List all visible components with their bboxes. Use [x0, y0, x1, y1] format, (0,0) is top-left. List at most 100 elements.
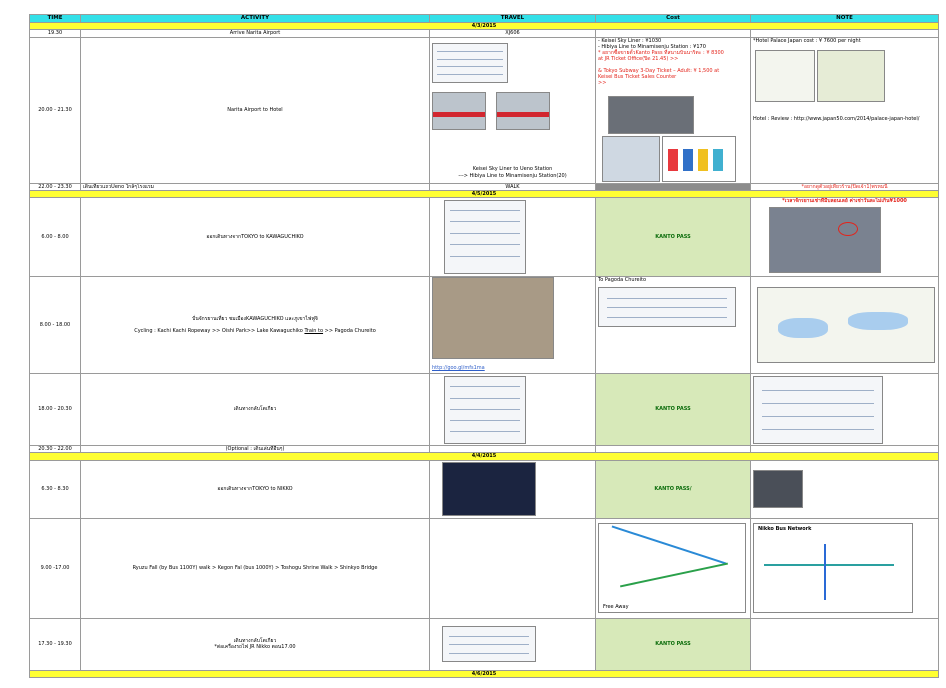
time-cell[interactable]: 8.00 - 18.00 — [29, 276, 81, 374]
activity-cell[interactable]: (Optional : เดินเล่นที่อื่นๆ) — [80, 444, 430, 454]
travel-cell[interactable] — [429, 459, 596, 519]
date-row: 4/4/2015 — [29, 452, 939, 461]
pass-cards-image — [662, 135, 736, 182]
activity-cell[interactable]: ออกเดินทางจากTOKYO to NIKKO — [80, 459, 430, 519]
travel-caption: ---> Hibiya Line to Minamisenju Station(… — [458, 172, 567, 179]
activity-cell[interactable]: Arrive Narita Airport — [80, 29, 430, 38]
travel-cell[interactable] — [429, 617, 596, 671]
travel-cell[interactable] — [429, 197, 596, 277]
time-cell[interactable]: 18.00 - 20.30 — [29, 373, 81, 446]
map-label: Free Away — [603, 604, 629, 610]
hotel-map-image — [817, 49, 885, 102]
time-cell[interactable]: 6.00 - 8.00 — [29, 197, 81, 277]
date-row: 4/3/2015 — [29, 21, 939, 31]
date-cell[interactable]: 4/3/2015 — [29, 21, 939, 31]
note-cell[interactable]: *อยากดูตั๋วอยู่เที่ยวร้าน(ปิดเจ้า1)พรหมน… — [750, 182, 939, 191]
activity-text: Cycling : Kachi Kachi Ropeway >> Oishi P… — [134, 328, 305, 334]
header-note[interactable]: NOTE — [750, 14, 939, 23]
schedule-screenshot — [753, 375, 883, 444]
table-row: 22.00 - 23.30 เดินเที่ยวแถวUeno ใกล้ๆโรง… — [29, 182, 939, 191]
cost-line: To Pagoda Chureito — [598, 277, 647, 284]
desktop-screenshot — [442, 462, 536, 516]
timetable-image — [432, 42, 508, 83]
cost-cell[interactable]: KANTO PASS — [595, 197, 751, 277]
table-row: 9.00 -17.00 Ryuzu Fall (by Bus 1100Y) wa… — [29, 517, 939, 619]
activity-cell[interactable]: เดินเที่ยวแถวUeno ใกล้ๆโรงแรม — [80, 182, 430, 191]
header-cost[interactable]: Cost — [595, 14, 751, 23]
pass-photo — [602, 135, 660, 182]
table-row: 20.30 - 22.00 (Optional : เดินเล่นที่อื่… — [29, 444, 939, 454]
table-row: 18.00 - 20.30 เดินทางกลับโตเกียว KANTO P… — [29, 373, 939, 446]
cost-cell[interactable]: KANTO PASS — [595, 373, 751, 446]
cost-cell[interactable] — [595, 444, 751, 454]
note-cell[interactable]: *Hotel Palace Japan cost : ¥ 7600 per ni… — [750, 36, 939, 184]
header-activity[interactable]: ACTIVITY — [80, 14, 430, 23]
time-cell[interactable]: 17.30 - 19.30 — [29, 617, 81, 671]
cost-cell[interactable] — [595, 29, 751, 38]
spreadsheet-sheet: TIME ACTIVITY TRAVEL Cost NOTE 4/3/2015 … — [0, 0, 946, 688]
train-photo — [496, 91, 550, 130]
time-cell[interactable]: 20.00 - 21.30 — [29, 36, 81, 184]
travel-caption: Keisei Sky Liner to Ueno Station — [472, 165, 553, 172]
note-line: *Hotel Palace Japan cost : ¥ 7600 per ni… — [753, 37, 861, 44]
date-cell[interactable]: 4/4/2015 — [29, 452, 939, 461]
paper-map-photo — [432, 277, 554, 359]
table-row: 19.30 Arrive Narita Airport XJ606 — [29, 29, 939, 38]
note-line: Hotel : Review : http://www.japan50.com/… — [753, 115, 920, 122]
train-photo — [432, 91, 486, 130]
note-cell[interactable] — [750, 444, 939, 454]
date-cell[interactable]: 4/6/2015 — [29, 669, 939, 678]
rail-network-map: Free Away — [598, 523, 746, 613]
travel-cell[interactable] — [429, 444, 596, 454]
hotel-page-image — [755, 49, 815, 102]
cost-cell[interactable] — [595, 182, 751, 191]
activity-cell[interactable]: ออกเดินทางจากTOKYO to KAWAGUCHIKO — [80, 197, 430, 277]
time-cell[interactable]: 22.00 - 23.30 — [29, 182, 81, 191]
note-line: *เวลาจักรยานเช่าที่มีบลอนเลย์ ค่าเช่าวัน… — [782, 198, 907, 205]
activity-cell[interactable]: เดินทางกลับโตเกียว — [80, 373, 430, 446]
cost-cell[interactable]: To Pagoda Chureito — [595, 276, 751, 374]
lake-map-image — [757, 287, 935, 363]
header-travel[interactable]: TRAVEL — [429, 14, 596, 23]
cost-cell[interactable]: Free Away — [595, 517, 751, 619]
street-view-photo — [769, 207, 881, 273]
travel-cell[interactable]: XJ606 — [429, 29, 596, 38]
note-cell[interactable] — [750, 459, 939, 519]
note-cell[interactable] — [750, 29, 939, 38]
note-cell[interactable]: *เวลาจักรยานเช่าที่มีบลอนเลย์ ค่าเช่าวัน… — [750, 197, 939, 277]
date-cell[interactable]: 4/5/2015 — [29, 189, 939, 199]
cost-cell[interactable]: KANTO PASS — [595, 617, 751, 671]
travel-cell[interactable] — [429, 373, 596, 446]
travel-cell[interactable]: WALK — [429, 182, 596, 191]
travel-cell[interactable]: Keisei Sky Liner to Ueno Station ---> Hi… — [429, 36, 596, 184]
cost-line: >> — [598, 80, 607, 86]
cost-cell[interactable]: KANTO PASS/ — [595, 459, 751, 519]
train-photo — [753, 470, 803, 508]
ticket-counter-photo — [608, 95, 694, 134]
map-label: Nikko Bus Network — [758, 526, 812, 532]
note-cell[interactable] — [750, 617, 939, 671]
time-cell[interactable]: 20.30 - 22.00 — [29, 444, 81, 454]
time-cell[interactable]: 6.30 - 8.30 — [29, 459, 81, 519]
table-row: 20.00 - 21.30 Narita Airport to Hotel Ke… — [29, 36, 939, 184]
map-link[interactable]: http://goo.gl/mfs1ma — [432, 365, 485, 371]
note-cell[interactable] — [750, 276, 939, 374]
route-screenshot — [444, 200, 526, 274]
cost-cell[interactable]: - Keisei Sky Liner : ¥1030 - Hibiya Line… — [595, 36, 751, 184]
note-cell[interactable]: Nikko Bus Network — [750, 517, 939, 619]
activity-cell[interactable]: Narita Airport to Hotel — [80, 36, 430, 184]
activity-cell[interactable]: ปั่นจักรยานเที่ยว ชมเมืองKAWAGUCHIKO และ… — [80, 276, 430, 374]
table-row: 8.00 - 18.00 ปั่นจักรยานเที่ยว ชมเมืองKA… — [29, 276, 939, 374]
header-time[interactable]: TIME — [29, 14, 81, 23]
note-cell[interactable] — [750, 373, 939, 446]
activity-cell[interactable]: Ryuzu Fall (by Bus 1100Y) walk > Kegon F… — [80, 517, 430, 619]
activity-line: Cycling : Kachi Kachi Ropeway >> Oishi P… — [83, 328, 427, 334]
table-row: 6.30 - 8.30 ออกเดินทางจากTOKYO to NIKKO … — [29, 459, 939, 519]
date-row: 4/5/2015 — [29, 189, 939, 199]
travel-cell[interactable]: http://goo.gl/mfs1ma — [429, 276, 596, 374]
time-cell[interactable]: 9.00 -17.00 — [29, 517, 81, 619]
route-screenshot — [444, 375, 526, 444]
time-cell[interactable]: 19.30 — [29, 29, 81, 38]
travel-cell[interactable] — [429, 517, 596, 619]
activity-cell[interactable]: เดินทางกลับโตเกียว *ต่อเครื่องรถไฟ JR Ni… — [80, 617, 430, 671]
